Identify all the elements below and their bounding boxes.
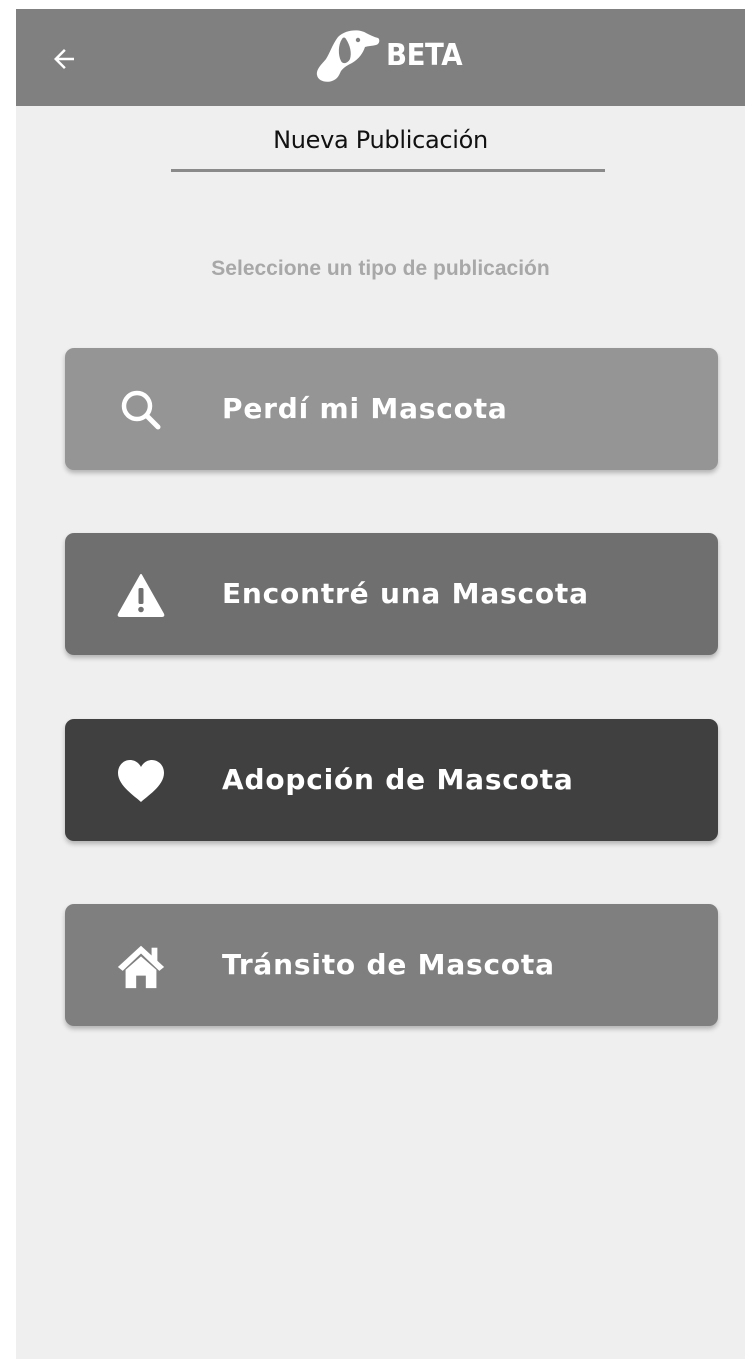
option-found-pet-button[interactable]: Encontré una Mascota xyxy=(65,533,718,655)
search-icon xyxy=(121,390,161,430)
option-icon-wrap xyxy=(115,755,167,807)
option-label: Encontré una Mascota xyxy=(222,577,589,610)
app-logo: BETA xyxy=(308,23,469,87)
page-subtitle: Seleccione un tipo de publicación xyxy=(211,257,550,280)
option-transit-button[interactable]: Tránsito de Mascota xyxy=(65,904,718,1026)
heart-icon xyxy=(118,760,164,802)
app-bar: BETA xyxy=(16,9,745,106)
option-label: Adopción de Mascota xyxy=(222,763,574,796)
logo-text: BETA xyxy=(386,37,463,73)
dog-head-logo-icon xyxy=(316,30,380,82)
option-lost-pet-button[interactable]: Perdí mi Mascota xyxy=(65,348,718,470)
option-label: Tránsito de Mascota xyxy=(222,948,555,981)
option-icon-wrap xyxy=(115,940,167,992)
title-underline xyxy=(171,169,605,172)
warning-icon xyxy=(117,574,165,617)
app-screen: BETA Nueva Publicación Seleccione un tip… xyxy=(16,9,745,1359)
option-adoption-button[interactable]: Adopción de Mascota xyxy=(65,719,718,841)
option-icon-wrap xyxy=(115,569,167,621)
option-icon-wrap xyxy=(115,384,167,436)
home-icon xyxy=(117,945,165,989)
arrow-left-icon xyxy=(54,49,74,69)
page-title: Nueva Publicación xyxy=(273,126,488,154)
back-button[interactable] xyxy=(44,39,84,79)
option-label: Perdí mi Mascota xyxy=(222,392,508,425)
